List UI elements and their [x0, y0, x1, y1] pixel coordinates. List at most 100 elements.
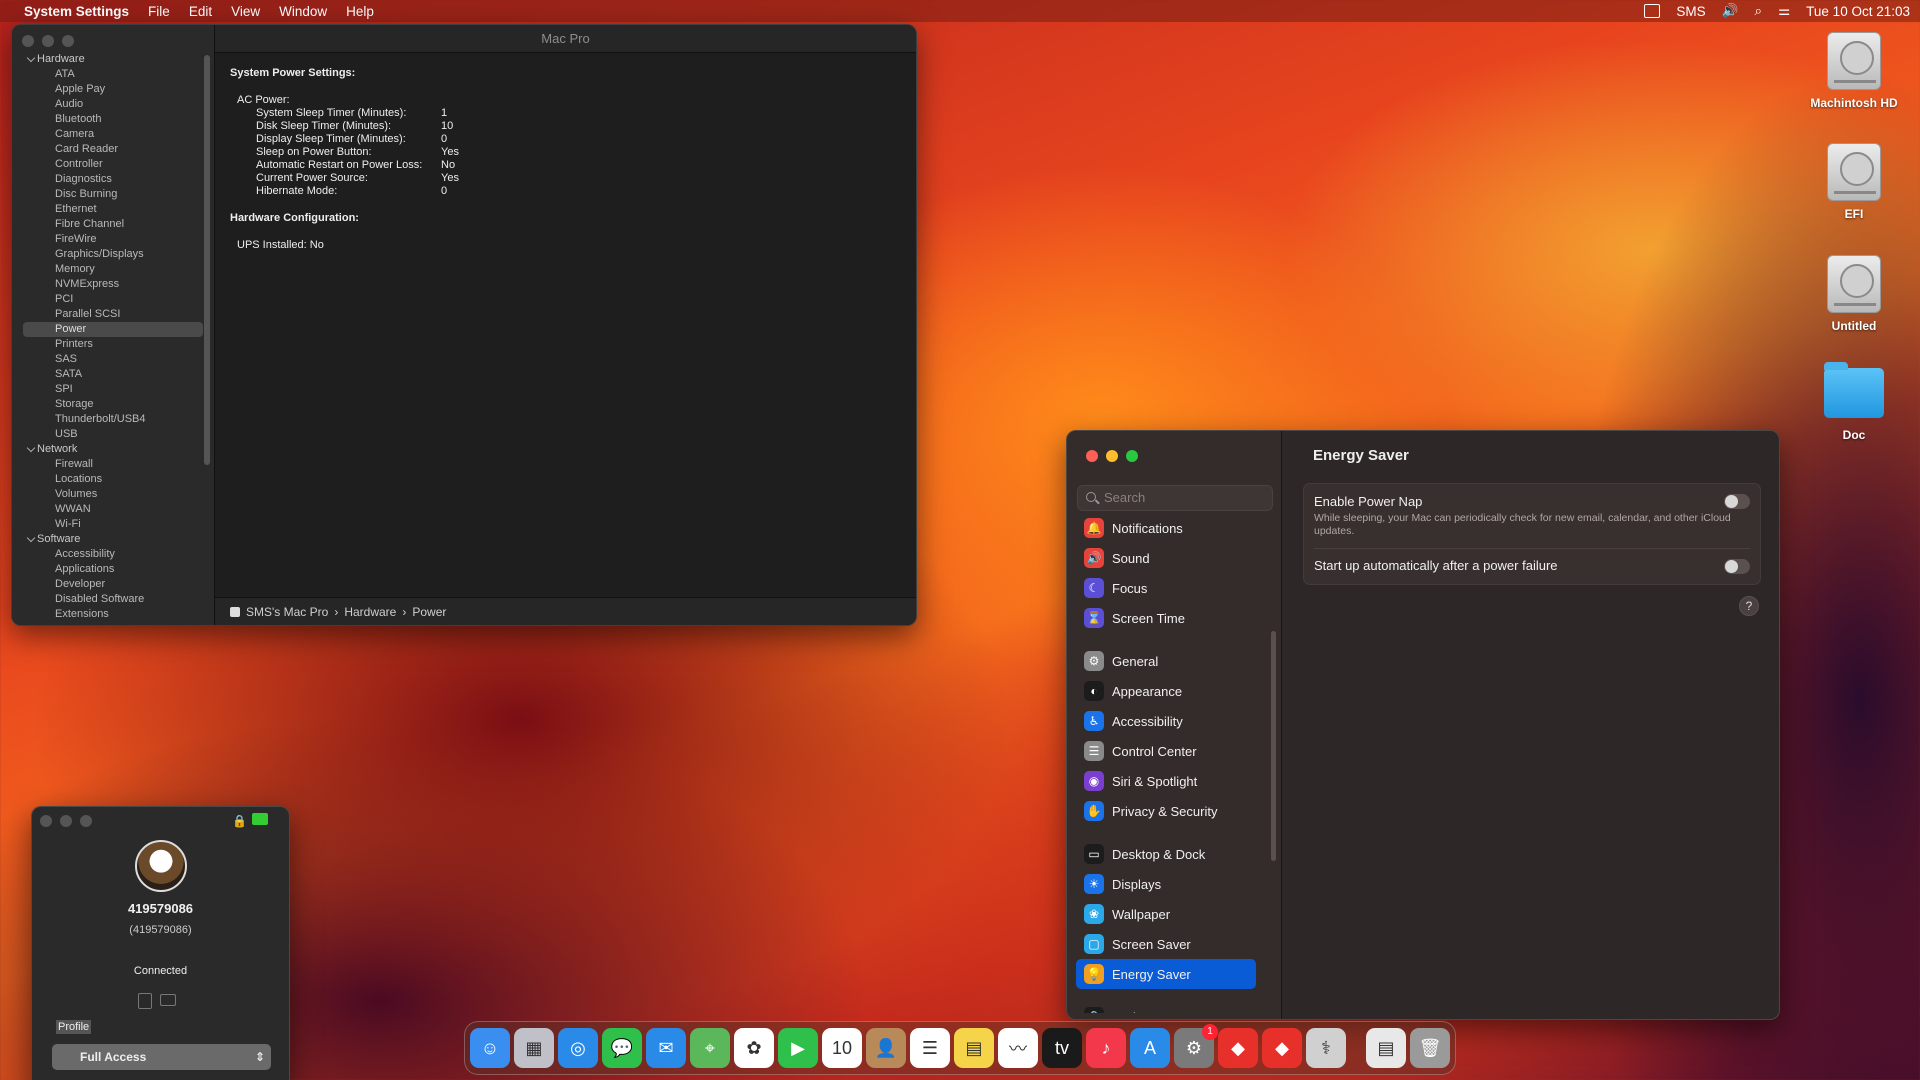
zoom-button[interactable] [1126, 450, 1138, 462]
trash-icon[interactable]: 🗑 [1410, 1028, 1450, 1068]
tree-item[interactable]: Extensions [12, 607, 215, 622]
tree-item[interactable]: SATA [12, 367, 215, 382]
path-item[interactable]: Power [412, 605, 446, 619]
facetime-icon[interactable]: ▶ [778, 1028, 818, 1068]
anydesk-icon[interactable]: ◆ [1218, 1028, 1258, 1068]
sidebar-item-siri-spotlight[interactable]: ◉ Siri & Spotlight [1076, 766, 1256, 796]
tree-item[interactable]: SAS [12, 352, 215, 367]
file-transfer-icon[interactable] [138, 993, 152, 1009]
tree-item[interactable]: Storage [12, 397, 215, 412]
path-item[interactable]: Hardware [344, 605, 396, 619]
tree-group-software[interactable]: Software [12, 532, 215, 547]
control-center-icon[interactable]: ⚌ [1778, 3, 1790, 19]
activity-monitor-icon[interactable] [1644, 4, 1661, 18]
document-icon[interactable]: ▤ [1366, 1028, 1406, 1068]
desktop-icon-efi[interactable]: EFI [1799, 143, 1909, 221]
tree-item[interactable]: Graphics/Displays [12, 247, 215, 262]
desktop-icon-machintosh-hd[interactable]: Machintosh HD [1799, 32, 1909, 110]
menu-help[interactable]: Help [346, 4, 374, 19]
tree-group-network[interactable]: Network [12, 442, 215, 457]
mail-icon[interactable]: ✉ [646, 1028, 686, 1068]
desktop-icon-untitled[interactable]: Untitled [1799, 255, 1909, 333]
menu-edit[interactable]: Edit [189, 4, 212, 19]
path-item[interactable]: SMS's Mac Pro [246, 605, 328, 619]
minimize-button[interactable] [60, 815, 72, 827]
menu-view[interactable]: View [231, 4, 260, 19]
tree-item[interactable]: Card Reader [12, 142, 215, 157]
calendar-icon[interactable]: 10 [822, 1028, 862, 1068]
clock[interactable]: Tue 10 Oct 21:03 [1806, 4, 1910, 19]
startup-after-power-failure-toggle[interactable] [1724, 559, 1750, 574]
sidebar-item-energy-saver[interactable]: 💡 Energy Saver [1076, 959, 1256, 989]
tree-item[interactable]: FireWire [12, 232, 215, 247]
anydesk-2-icon[interactable]: ◆ [1262, 1028, 1302, 1068]
tree-item[interactable]: Ethernet [12, 202, 215, 217]
messages-icon[interactable]: 💬 [602, 1028, 642, 1068]
sidebar-item-control-center[interactable]: ☰ Control Center [1076, 736, 1256, 766]
sidebar-item-general[interactable]: ⚙ General [1076, 646, 1256, 676]
tree-item[interactable]: Applications [12, 562, 215, 577]
tv-icon[interactable]: tv [1042, 1028, 1082, 1068]
safari-icon[interactable]: ◎ [558, 1028, 598, 1068]
tree-item[interactable]: Controller [12, 157, 215, 172]
tree-item[interactable]: ATA [12, 67, 215, 82]
app-menu[interactable]: System Settings [24, 4, 129, 19]
user-menu[interactable]: SMS [1676, 4, 1705, 19]
close-button[interactable] [40, 815, 52, 827]
tree-item[interactable]: PCI [12, 292, 215, 307]
tree-item[interactable]: Printers [12, 337, 215, 352]
tree-item[interactable]: Volumes [12, 487, 215, 502]
tree-item[interactable]: Camera [12, 127, 215, 142]
photos-icon[interactable]: ✿ [734, 1028, 774, 1068]
app-store-icon[interactable]: A [1130, 1028, 1170, 1068]
maps-icon[interactable]: ⌖ [690, 1028, 730, 1068]
search-input[interactable]: Search [1077, 485, 1273, 511]
sidebar-scrollbar[interactable] [1271, 631, 1276, 861]
sidebar-item-screen-saver[interactable]: ▢ Screen Saver [1076, 929, 1256, 959]
sidebar-item-displays[interactable]: ☀ Displays [1076, 869, 1256, 899]
minimize-button[interactable] [42, 35, 54, 47]
sidebar-item-notifications[interactable]: 🔔 Notifications [1076, 513, 1256, 543]
system-information-icon[interactable]: ⚕ [1306, 1028, 1346, 1068]
menu-file[interactable]: File [148, 4, 170, 19]
tree-item[interactable]: Apple Pay [12, 82, 215, 97]
tree-item[interactable]: Fibre Channel [12, 217, 215, 232]
sidebar-item-wallpaper[interactable]: ❀ Wallpaper [1076, 899, 1256, 929]
sidebar-item-focus[interactable]: ☾ Focus [1076, 573, 1256, 603]
tree-item[interactable]: Firewall [12, 457, 215, 472]
close-button[interactable] [1086, 450, 1098, 462]
tree-item[interactable]: Audio [12, 97, 215, 112]
power-nap-toggle[interactable] [1724, 494, 1750, 509]
tree-item[interactable]: Wi-Fi [12, 517, 215, 532]
help-button[interactable]: ? [1739, 596, 1759, 616]
notes-icon[interactable]: ▤ [954, 1028, 994, 1068]
music-icon[interactable]: ♪ [1086, 1028, 1126, 1068]
finder-icon[interactable]: ☺ [470, 1028, 510, 1068]
tree-item[interactable]: Parallel SCSI [12, 307, 215, 322]
tree-item[interactable]: Memory [12, 262, 215, 277]
sidebar-scrollbar[interactable] [204, 55, 210, 465]
tree-item[interactable]: Accessibility [12, 547, 215, 562]
sidebar-item-privacy-security[interactable]: ✋ Privacy & Security [1076, 796, 1256, 826]
tree-item[interactable]: USB [12, 427, 215, 442]
message-icon[interactable] [160, 994, 176, 1006]
spotlight-search-icon[interactable]: ⌕ [1755, 3, 1763, 19]
sidebar-item-screen-time[interactable]: ⌛ Screen Time [1076, 603, 1256, 633]
sidebar-item-sound[interactable]: 🔊 Sound [1076, 543, 1256, 573]
tree-item[interactable]: Bluetooth [12, 112, 215, 127]
tree-item[interactable]: Disabled Software [12, 592, 215, 607]
tree-item[interactable]: WWAN [12, 502, 215, 517]
minimize-button[interactable] [1106, 450, 1118, 462]
menu-window[interactable]: Window [279, 4, 327, 19]
zoom-button[interactable] [80, 815, 92, 827]
sidebar-item-desktop-dock[interactable]: ▭ Desktop & Dock [1076, 839, 1256, 869]
tree-item[interactable]: Power [23, 322, 203, 337]
contacts-icon[interactable]: 👤 [866, 1028, 906, 1068]
sidebar-item-lock-screen[interactable]: 🔒 Lock Screen [1076, 1002, 1256, 1013]
tree-item[interactable]: NVMExpress [12, 277, 215, 292]
tree-item[interactable]: Disc Burning [12, 187, 215, 202]
access-level-select[interactable]: Full Access [52, 1044, 271, 1070]
launchpad-icon[interactable]: ▦ [514, 1028, 554, 1068]
tree-item[interactable]: Developer [12, 577, 215, 592]
close-button[interactable] [22, 35, 34, 47]
